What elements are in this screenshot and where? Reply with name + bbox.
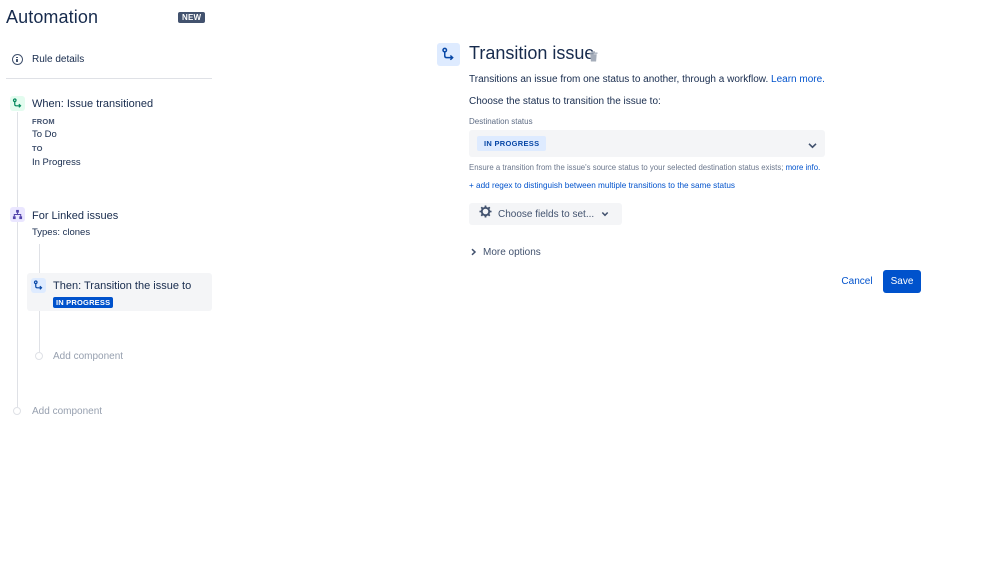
add-component-dot [13,407,21,415]
trigger-to-value: In Progress [32,157,81,168]
branch-subtitle: Types: clones [32,227,91,238]
connector-line-main [17,112,18,407]
new-badge: NEW [178,12,206,23]
transition-hint: Ensure a transition from the issue's sou… [469,163,820,172]
more-info-link[interactable]: more info. [786,163,821,172]
trash-icon[interactable] [589,49,598,67]
hierarchy-icon [10,207,25,222]
panel-title: Transition issue [469,43,595,63]
gear-icon [479,205,492,223]
hint-text: Ensure a transition from the issue's sou… [469,163,784,172]
sidebar-divider [6,78,212,79]
save-button[interactable]: Save [883,270,921,293]
destination-status-label: Destination status [469,117,533,126]
more-options-toggle[interactable]: More options [470,243,541,261]
choose-status-text: Choose the status to transition the issu… [469,96,661,107]
rule-sidebar: Automation NEW Rule details When: Issue … [0,0,220,565]
transition-icon [10,96,25,111]
add-component-dot [35,352,43,360]
rule-details-item[interactable]: Rule details [12,54,84,65]
more-options-label: More options [483,246,541,258]
choose-fields-label: Choose fields to set... [498,208,595,220]
trigger-to-label: TO [32,144,43,153]
cancel-button[interactable]: Cancel [836,271,878,292]
add-component-branch-link[interactable]: Add component [53,351,123,362]
rule-details-label: Rule details [32,54,85,65]
choose-fields-button[interactable]: Choose fields to set... [469,203,622,225]
add-regex-link[interactable]: + add regex to distinguish between multi… [469,181,735,190]
info-icon [12,54,23,65]
app-title: Automation [6,7,99,27]
action-component-title: Then: Transition the issue to [53,280,192,292]
destination-status-chip: IN PROGRESS [477,136,547,151]
trigger-from-label: FROM [32,117,55,126]
branch-component[interactable]: For Linked issues [32,210,118,222]
chevron-right-icon [470,243,477,261]
transition-icon [437,43,460,66]
panel-description: Transitions an issue from one status to … [469,74,825,85]
learn-more-link[interactable]: Learn more. [771,74,825,85]
description-text: Transitions an issue from one status to … [469,74,769,85]
action-status-badge: IN PROGRESS [53,297,114,308]
transition-icon [31,278,46,293]
add-component-link[interactable]: Add component [32,406,102,417]
trigger-from-value: To Do [32,129,57,140]
trigger-component[interactable]: When: Issue transitioned [32,98,153,110]
chevron-down-icon [601,205,609,223]
destination-status-select[interactable]: IN PROGRESS [469,130,825,157]
chevron-down-icon [807,138,818,156]
